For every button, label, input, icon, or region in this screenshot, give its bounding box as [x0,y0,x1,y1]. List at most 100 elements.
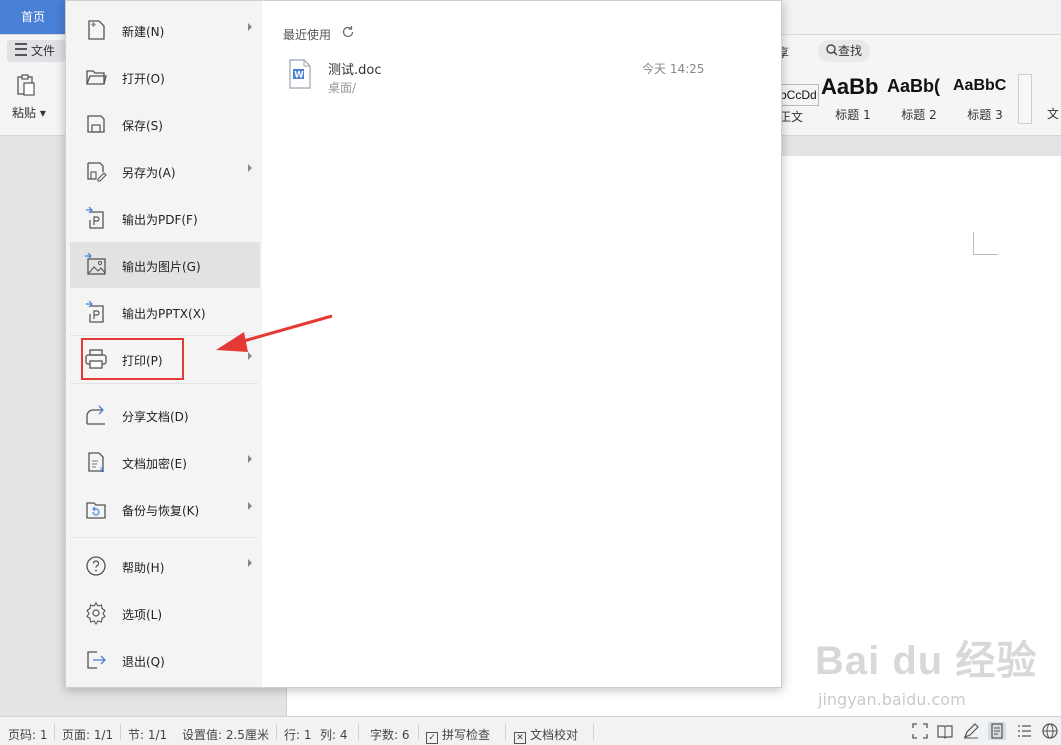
menu-item-label: 输出为图片(G) [122,260,201,274]
submenu-arrow-icon [248,23,252,31]
watermark-logo: Bai du 经验 [815,639,1038,683]
text-pane-button[interactable]: 文 [1047,105,1059,122]
new-doc-icon [88,20,105,40]
status-divider [505,724,506,740]
recent-file-item[interactable]: W 测试.doc 桌面/ 今天 14:25 [288,57,708,97]
menu-item-encrypt[interactable]: E 文档加密(E) [70,439,260,485]
recent-files-title: 最近使用 [283,28,332,42]
style-name: 标题 1 [835,108,871,122]
menu-item-help[interactable]: 帮助(H) [70,543,260,589]
menu-item-label: 帮助(H) [122,561,165,575]
menu-item-label: 另存为(A) [122,166,176,180]
style-name: 标题 2 [901,108,937,122]
menu-divider [70,537,258,538]
style-heading-3[interactable]: AaBbC 标题 3 [953,74,1017,122]
backup-icon [86,502,106,519]
refresh-icon[interactable] [341,25,355,39]
folder-open-icon [86,70,107,85]
menu-item-backup[interactable]: 备份与恢复(K) [70,486,260,532]
status-divider [54,724,55,740]
save-icon [87,115,105,133]
status-page[interactable]: 页码: 1 [8,726,48,743]
recent-file-path: 桌面/ [328,81,357,95]
submenu-arrow-icon [248,455,252,463]
doc-proof-button[interactable]: ✕ 文档校对 [514,726,578,744]
submenu-arrow-icon [248,502,252,510]
menu-item-label: 打开(O) [122,72,165,86]
status-word-count[interactable]: 字数: 6 [370,726,410,743]
menu-item-open[interactable]: 打开(O) [70,54,260,100]
page-view-icon[interactable] [988,722,1006,740]
style-sample: AaBbC [953,77,1007,94]
fullscreen-icon[interactable] [911,722,929,740]
paste-icon[interactable] [16,74,36,96]
menu-item-label: 新建(N) [122,25,165,39]
export-pptx-icon [86,300,104,323]
menu-item-save[interactable]: 保存(S) [70,101,260,147]
status-divider [418,724,419,740]
recent-file-time: 今天 14:25 [642,62,705,76]
menu-item-new[interactable]: 新建(N) [70,7,260,53]
menu-item-export-pdf[interactable]: 输出为PDF(F) [70,195,260,241]
menu-item-label: 选项(L) [122,608,163,622]
menu-divider [70,383,258,384]
style-heading-1[interactable]: AaBb 标题 1 [821,74,885,122]
menu-item-label: 退出(Q) [122,655,165,669]
find-button[interactable]: 查找 [818,40,870,62]
svg-text:W: W [294,71,304,81]
menu-item-label: 输出为PDF(F) [122,213,198,227]
help-icon [86,556,106,576]
status-section[interactable]: 节: 1/1 [128,726,167,743]
watermark-url: jingyan.baidu.com [818,690,966,709]
submenu-arrow-icon [248,164,252,172]
style-sample: AaBb( [887,76,940,96]
export-image-icon [85,253,106,275]
menu-item-options[interactable]: 选项(L) [70,590,260,636]
search-icon [826,44,838,56]
file-menu-label: 文件 [31,44,56,58]
status-pages[interactable]: 页面: 1/1 [62,726,113,743]
pen-icon[interactable] [962,722,980,740]
menu-item-share[interactable]: 分享文档(D) [70,392,260,438]
paste-label[interactable]: 粘贴 ▾ [12,104,46,121]
spell-check-label: 拼写检查 [442,728,491,742]
status-divider [276,724,277,740]
check-icon: ✓ [426,732,438,744]
gear-icon [86,602,106,625]
exit-icon [87,651,106,669]
style-heading-2[interactable]: AaBb( 标题 2 [887,74,951,122]
menu-item-save-as[interactable]: 另存为(A) [70,148,260,194]
hamburger-icon [15,43,27,56]
outline-view-icon[interactable] [1015,722,1033,740]
menu-item-label: 保存(S) [122,119,163,133]
style-sample: AaBb [821,74,879,99]
share-icon [86,405,105,425]
doc-proof-label: 文档校对 [530,728,579,742]
style-name: 正文 [779,110,804,124]
menu-item-exit[interactable]: 退出(Q) [70,637,260,683]
status-col[interactable]: 列: 4 [320,726,348,743]
find-label: 查找 [837,44,862,58]
style-gallery-scroll[interactable] [1018,74,1032,124]
submenu-arrow-icon [248,559,252,567]
spell-check-button[interactable]: ✓ 拼写检查 [426,726,490,744]
margin-corner-mark [973,232,998,255]
reading-mode-icon[interactable] [936,722,954,740]
menu-item-label: 输出为PPTX(X) [122,307,206,321]
encrypt-icon: E [88,452,104,474]
status-row[interactable]: 行: 1 [284,726,312,743]
menu-item-label: 分享文档(D) [122,410,189,424]
status-divider [358,724,359,740]
menu-item-label: 文档加密(E) [122,457,187,471]
annotation-arrow-icon [216,314,333,352]
style-normal[interactable]: bCcDd 正文 [779,74,819,124]
status-setting[interactable]: 设置值: 2.5厘米 [182,726,269,743]
recent-file-name: 测试.doc [328,63,382,78]
file-menu-button[interactable]: 文件 [7,40,65,62]
print-highlight-box [81,338,184,380]
status-divider [593,724,594,740]
svg-text:E: E [100,466,104,474]
menu-item-export-image[interactable]: 输出为图片(G) [70,242,260,288]
home-tab[interactable]: 首页 [0,0,66,34]
web-view-icon[interactable] [1041,722,1059,740]
